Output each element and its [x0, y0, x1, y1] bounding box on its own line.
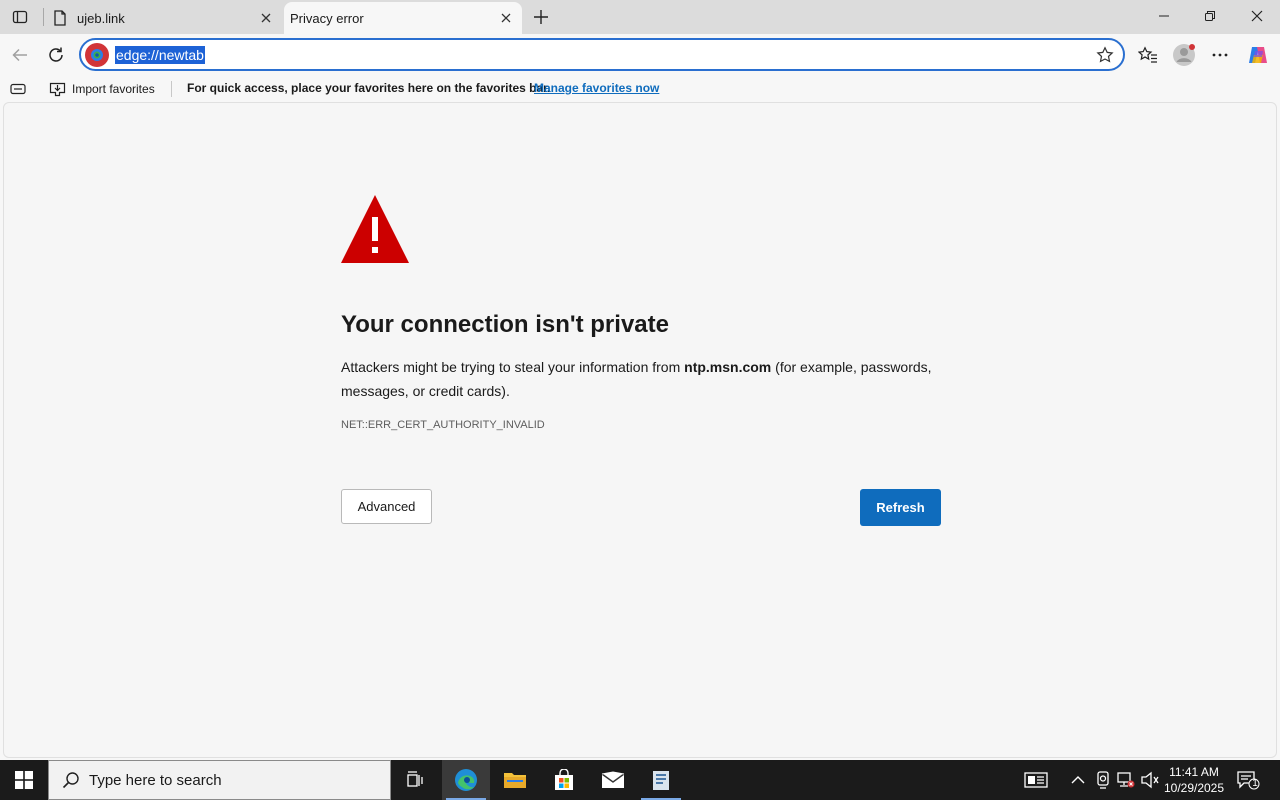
- favorites-separator: [171, 81, 172, 97]
- refresh-icon: [49, 47, 63, 62]
- add-favorite-button[interactable]: [1095, 45, 1115, 65]
- tab-actions-button[interactable]: [6, 5, 34, 29]
- volume-muted-icon[interactable]: [1140, 770, 1160, 790]
- address-bar[interactable]: edge://newtab: [79, 38, 1125, 71]
- clock-date: 10/29/2025: [1163, 781, 1225, 795]
- plus-icon: [534, 10, 548, 24]
- taskbar: Type here to search 11:41 AM 10/29/2025 …: [0, 760, 1280, 800]
- import-icon: [49, 82, 66, 96]
- task-view-icon: [407, 771, 423, 787]
- document-icon: [653, 771, 669, 790]
- tab-ujeb-link[interactable]: ujeb.link: [44, 2, 282, 34]
- file-explorer-taskbar-app[interactable]: [491, 760, 539, 800]
- not-secure-icon[interactable]: [85, 43, 109, 67]
- close-tab-icon[interactable]: [258, 10, 274, 26]
- more-icon: [1212, 53, 1228, 57]
- favorites-menu-button[interactable]: [9, 81, 27, 97]
- close-tab-icon[interactable]: [498, 10, 514, 26]
- store-icon: [555, 769, 573, 790]
- page-icon: [52, 10, 68, 26]
- restore-button[interactable]: [1187, 0, 1233, 32]
- taskbar-search-box[interactable]: Type here to search: [48, 760, 391, 800]
- error-message: Attackers might be trying to steal your …: [341, 355, 951, 403]
- store-taskbar-app[interactable]: [540, 760, 588, 800]
- error-headline: Your connection isn't private: [341, 311, 669, 338]
- star-icon: [1096, 46, 1114, 63]
- folder-icon: [504, 773, 526, 788]
- tab-title: Privacy error: [290, 10, 364, 26]
- error-code[interactable]: NET::ERR_CERT_AUTHORITY_INVALID: [341, 419, 545, 431]
- new-tab-button[interactable]: [528, 4, 554, 30]
- settings-more-button[interactable]: [1204, 39, 1236, 71]
- toolbar: edge://newtab: [0, 34, 1280, 76]
- tab-actions-icon: [12, 10, 28, 24]
- close-window-button[interactable]: [1234, 0, 1280, 32]
- tab-title: ujeb.link: [77, 10, 125, 26]
- reading-view-icon: [10, 83, 26, 95]
- notification-count: 1: [1252, 778, 1258, 789]
- restore-icon: [1205, 11, 1215, 21]
- search-icon: [61, 770, 81, 790]
- refresh-button[interactable]: Refresh: [860, 489, 941, 526]
- copilot-icon: [1249, 47, 1267, 63]
- notification-center-button[interactable]: 1: [1236, 770, 1260, 790]
- warning-icon: [341, 195, 409, 263]
- favorites-icon: [1138, 46, 1157, 63]
- document-taskbar-app[interactable]: [637, 760, 685, 800]
- close-icon: [1251, 10, 1263, 22]
- mail-taskbar-app[interactable]: [589, 760, 637, 800]
- back-arrow-icon: [12, 48, 27, 62]
- clock[interactable]: 11:41 AM 10/29/2025: [1160, 764, 1228, 796]
- favorites-button[interactable]: [1132, 39, 1164, 71]
- import-favorites-label: Import favorites: [72, 82, 155, 96]
- device-icon[interactable]: [1093, 770, 1113, 790]
- minimize-button[interactable]: [1141, 0, 1187, 32]
- edge-taskbar-app[interactable]: [442, 760, 490, 800]
- clock-time: 11:41 AM: [1169, 765, 1219, 779]
- import-favorites-button[interactable]: Import favorites: [49, 79, 155, 99]
- favorites-bar: Import favorites For quick access, place…: [0, 76, 1280, 102]
- copilot-button[interactable]: [1242, 39, 1274, 71]
- avatar-icon: [1173, 44, 1195, 66]
- profile-button[interactable]: [1168, 39, 1200, 71]
- url-text[interactable]: edge://newtab: [115, 46, 205, 64]
- advanced-button[interactable]: Advanced: [341, 489, 432, 524]
- refresh-page-button[interactable]: [40, 39, 72, 71]
- windows-logo-icon: [15, 771, 33, 789]
- chevron-up-icon[interactable]: [1068, 770, 1088, 790]
- error-message-pre: Attackers might be trying to steal your …: [341, 359, 685, 375]
- edge-icon: [455, 769, 477, 791]
- back-button[interactable]: [4, 39, 36, 71]
- start-button[interactable]: [0, 760, 48, 800]
- task-view-button[interactable]: [392, 760, 440, 800]
- error-host: ntp.msn.com: [684, 359, 772, 375]
- privacy-error-page: Your connection isn't private Attackers …: [3, 102, 1277, 758]
- tab-privacy-error[interactable]: Privacy error: [284, 2, 522, 34]
- mail-icon: [601, 771, 625, 788]
- favorites-hint: For quick access, place your favorites h…: [187, 81, 551, 95]
- search-placeholder: Type here to search: [89, 771, 222, 789]
- minimize-icon: [1159, 15, 1169, 17]
- manage-favorites-link[interactable]: Manage favorites now: [534, 81, 659, 95]
- tab-strip: ujeb.link Privacy error: [0, 0, 1280, 34]
- network-icon[interactable]: [1116, 770, 1136, 790]
- news-widget-icon[interactable]: [1024, 770, 1048, 790]
